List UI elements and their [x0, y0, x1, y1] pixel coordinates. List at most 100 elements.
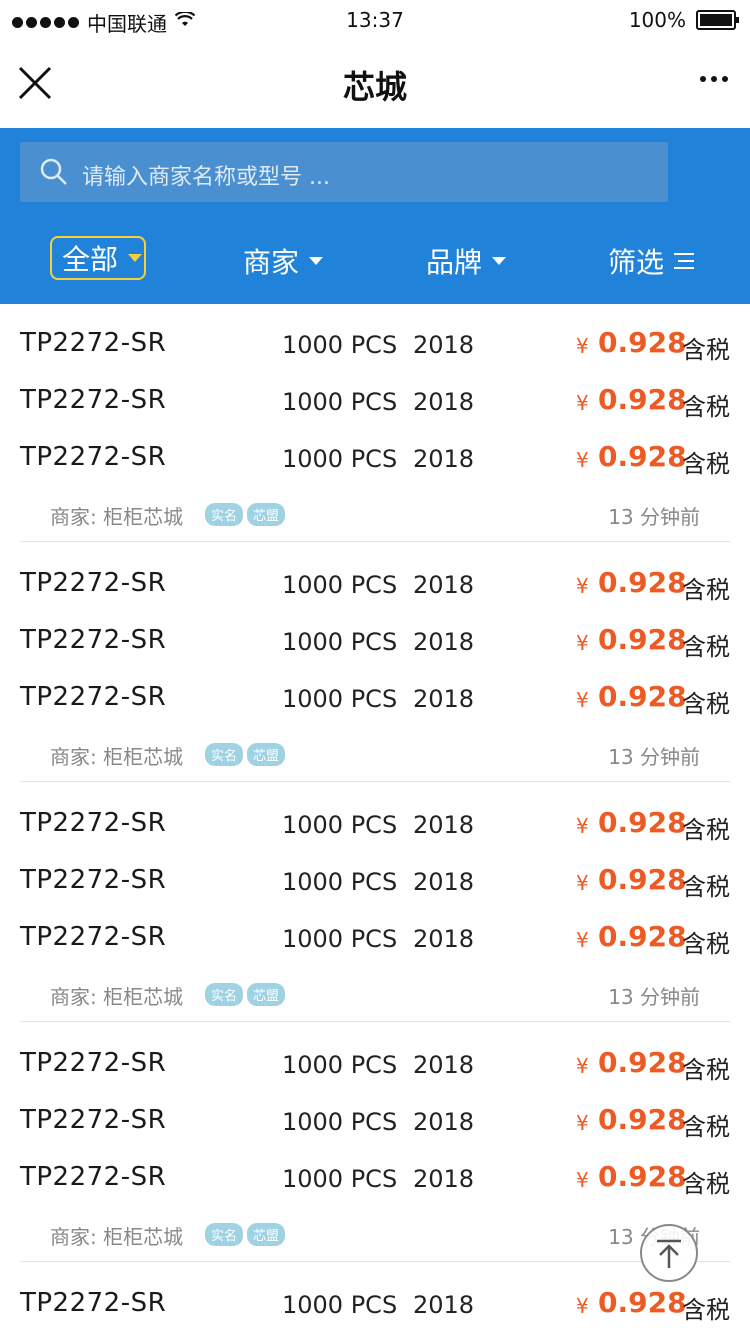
search-placeholder: 请输入商家名称或型号 ... [82, 165, 330, 190]
filter-brand-label: 品牌 [426, 246, 483, 279]
listing-group[interactable]: TP2272-SR 1000 PCS 2018 ¥ 0.928 含税 TP227… [0, 1024, 750, 1264]
verified-badge: 实名 [205, 503, 244, 526]
year: 2018 [413, 1108, 475, 1136]
filter-brand-button[interactable]: 品牌 [426, 236, 507, 286]
part-number: TP2272-SR [20, 1288, 167, 1318]
filter-merchant-label: 商家 [243, 246, 300, 279]
page-title: 芯城 [342, 68, 407, 106]
quantity: 1000 PCS [282, 571, 398, 599]
price: 0.928 [598, 440, 687, 473]
tax-label: 含税 [682, 1296, 730, 1324]
scroll-to-top-button[interactable] [640, 1224, 698, 1282]
currency-symbol: ¥ [576, 391, 589, 415]
listing-group[interactable]: TP2272-SR 1000 PCS 2018 ¥ 0.928 含税 TP227… [0, 304, 750, 544]
year: 2018 [413, 685, 475, 713]
verified-badge: 实名 [205, 983, 244, 1006]
listing-row[interactable]: TP2272-SR 1000 PCS 2018 ¥ 0.928 含税 [0, 1276, 750, 1333]
listing-meta: 商家: 柜柜芯城 实名 芯盟 13 分钟前 [0, 979, 750, 1009]
search-icon [40, 158, 68, 186]
listing-row[interactable]: TP2272-SR 1000 PCS 2018 ¥ 0.928 含税 [0, 853, 750, 910]
year: 2018 [413, 628, 475, 656]
price: 0.928 [598, 1160, 687, 1193]
quantity: 1000 PCS [282, 685, 398, 713]
timestamp: 13 分钟前 [608, 745, 700, 769]
currency-symbol: ¥ [576, 448, 589, 472]
tax-label: 含税 [682, 1056, 730, 1084]
listing-list: TP2272-SR 1000 PCS 2018 ¥ 0.928 含税 TP227… [0, 304, 750, 1334]
arrow-up-icon [657, 1239, 681, 1268]
year: 2018 [413, 571, 475, 599]
tax-label: 含税 [682, 393, 730, 421]
listing-row[interactable]: TP2272-SR 1000 PCS 2018 ¥ 0.928 含税 [0, 316, 750, 373]
listing-row[interactable]: TP2272-SR 1000 PCS 2018 ¥ 0.928 含税 [0, 373, 750, 430]
battery-icon [696, 10, 739, 30]
listing-group[interactable]: TP2272-SR 1000 PCS 2018 ¥ 0.928 含税 TP227… [0, 784, 750, 1024]
listing-row[interactable]: TP2272-SR 1000 PCS 2018 ¥ 0.928 含税 [0, 1150, 750, 1207]
quantity: 1000 PCS [282, 1165, 398, 1193]
price: 0.928 [598, 623, 687, 656]
part-number: TP2272-SR [20, 625, 167, 655]
chevron-down-icon [492, 257, 507, 265]
listing-group[interactable]: TP2272-SR 1000 PCS 2018 ¥ 0.928 含税 TP227… [0, 544, 750, 784]
divider [20, 541, 730, 542]
part-number: TP2272-SR [20, 442, 167, 472]
filter-merchant-button[interactable]: 商家 [243, 236, 324, 286]
chevron-down-icon [309, 257, 324, 265]
listing-row[interactable]: TP2272-SR 1000 PCS 2018 ¥ 0.928 含税 [0, 430, 750, 487]
merchant-name[interactable]: 商家: 柜柜芯城 [50, 981, 183, 1010]
listing-meta: 商家: 柜柜芯城 实名 芯盟 13 分钟前 [0, 739, 750, 769]
part-number: TP2272-SR [20, 1162, 167, 1192]
listing-row[interactable]: TP2272-SR 1000 PCS 2018 ¥ 0.928 含税 [0, 910, 750, 967]
price: 0.928 [598, 806, 687, 839]
part-number: TP2272-SR [20, 1105, 167, 1135]
listing-row[interactable]: TP2272-SR 1000 PCS 2018 ¥ 0.928 含税 [0, 556, 750, 613]
quantity: 1000 PCS [282, 331, 398, 359]
status-bar: 中国联通 13:37 100% [0, 0, 750, 40]
badge-list: 实名 芯盟 [205, 743, 286, 766]
part-number: TP2272-SR [20, 808, 167, 838]
badge-list: 实名 芯盟 [205, 1223, 286, 1246]
part-number: TP2272-SR [20, 865, 167, 895]
listing-row[interactable]: TP2272-SR 1000 PCS 2018 ¥ 0.928 含税 [0, 1093, 750, 1150]
filter-more-button[interactable]: 筛选 [608, 236, 695, 286]
merchant-name[interactable]: 商家: 柜柜芯城 [50, 1221, 183, 1250]
listing-row[interactable]: TP2272-SR 1000 PCS 2018 ¥ 0.928 含税 [0, 796, 750, 853]
tax-label: 含税 [682, 576, 730, 604]
part-number: TP2272-SR [20, 682, 167, 712]
quantity: 1000 PCS [282, 868, 398, 896]
timestamp: 13 分钟前 [608, 985, 700, 1009]
price: 0.928 [598, 680, 687, 713]
currency-symbol: ¥ [576, 631, 589, 655]
currency-symbol: ¥ [576, 1168, 589, 1192]
merchant-name[interactable]: 商家: 柜柜芯城 [50, 501, 183, 530]
quantity: 1000 PCS [282, 1108, 398, 1136]
part-number: TP2272-SR [20, 328, 167, 358]
price: 0.928 [598, 383, 687, 416]
currency-symbol: ¥ [576, 574, 589, 598]
listing-meta: 商家: 柜柜芯城 实名 芯盟 13 分钟前 [0, 499, 750, 529]
tax-label: 含税 [682, 690, 730, 718]
more-icon[interactable] [700, 76, 728, 82]
listing-row[interactable]: TP2272-SR 1000 PCS 2018 ¥ 0.928 含税 [0, 613, 750, 670]
listing-row[interactable]: TP2272-SR 1000 PCS 2018 ¥ 0.928 含税 [0, 1036, 750, 1093]
price: 0.928 [598, 1286, 687, 1319]
search-header: 请输入商家名称或型号 ... 全部 商家 品牌 筛选 [0, 128, 750, 304]
merchant-name[interactable]: 商家: 柜柜芯城 [50, 741, 183, 770]
tax-label: 含税 [682, 450, 730, 478]
filter-all-button[interactable]: 全部 [50, 236, 146, 280]
currency-symbol: ¥ [576, 928, 589, 952]
alliance-badge: 芯盟 [247, 743, 286, 766]
quantity: 1000 PCS [282, 925, 398, 953]
listing-group[interactable]: TP2272-SR 1000 PCS 2018 ¥ 0.928 含税 [0, 1264, 750, 1334]
listing-meta: 商家: 柜柜芯城 实名 芯盟 13 分钟前 [0, 1219, 750, 1249]
verified-badge: 实名 [205, 743, 244, 766]
quantity: 1000 PCS [282, 628, 398, 656]
listing-row[interactable]: TP2272-SR 1000 PCS 2018 ¥ 0.928 含税 [0, 670, 750, 727]
price: 0.928 [598, 566, 687, 599]
status-right: 100% [629, 8, 739, 32]
quantity: 1000 PCS [282, 1291, 398, 1319]
price: 0.928 [598, 1046, 687, 1079]
search-input[interactable]: 请输入商家名称或型号 ... [20, 142, 668, 202]
tax-label: 含税 [682, 1170, 730, 1198]
part-number: TP2272-SR [20, 922, 167, 952]
